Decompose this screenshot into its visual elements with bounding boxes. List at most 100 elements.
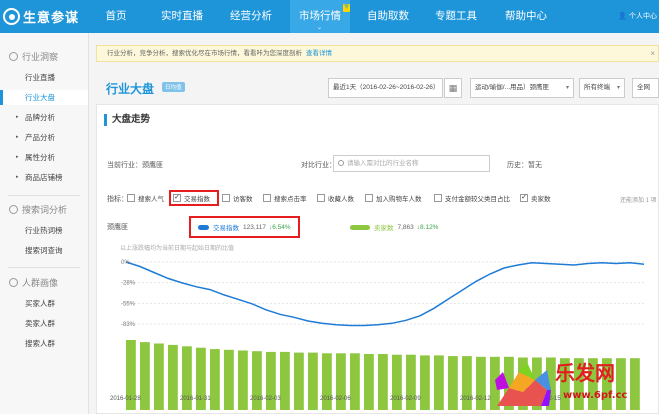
checkbox-favorites[interactable]: 收藏人数 [317, 193, 354, 203]
watermark-text: 乐发网 [555, 361, 615, 385]
compare-industry-input[interactable]: 请输入需对比的行业名称 [333, 155, 490, 172]
notice-link[interactable]: 查看详情 [306, 50, 332, 57]
sidebar-item-shop-rank[interactable]: ▸ 商品店铺榜 [0, 170, 88, 185]
sidebar-item-searchers[interactable]: 搜索人群 [0, 336, 88, 351]
chevron-down-icon: ▾ [616, 85, 620, 91]
caret-right-icon: ▸ [16, 174, 19, 180]
checkbox-search-ctr[interactable]: 搜索点击率 [263, 193, 307, 203]
category-value: 运动/瑜伽/...用品）颈鹰匪 [475, 84, 550, 91]
checkbox-visitors[interactable]: 访客数 [222, 193, 253, 203]
bar [476, 356, 486, 410]
check-icon: ✓ [520, 194, 528, 202]
nav-help[interactable]: 帮助中心 [502, 0, 550, 33]
checkbox-label: 卖家数 [531, 196, 551, 203]
notice-banner: 行业分析，竞争分析，搜索优化尽在市场行情，看看咔为您深度剖析 查看详情 × [96, 45, 659, 62]
x-tick-label: 2016-01-31 [180, 396, 211, 402]
x-tick-label: 2016-02-09 [390, 396, 421, 402]
bar [294, 352, 304, 410]
nav-market[interactable]: 市场行情 专 ⌄ [290, 0, 350, 33]
bar [238, 350, 248, 410]
metrics-label: 指标： [107, 196, 128, 203]
bar [350, 353, 360, 410]
checkbox-label: 加入购物车人数 [376, 196, 422, 203]
caret-right-icon: ▸ [16, 134, 19, 140]
app-logo[interactable]: 生意参谋 [3, 6, 79, 26]
sidebar-item-label: 属性分析 [25, 153, 55, 162]
checkbox-sellers[interactable]: ✓ 卖家数 [520, 193, 551, 203]
checkbox-add-cart[interactable]: 加入购物车人数 [365, 193, 422, 203]
bar [140, 342, 150, 410]
compare-industry-label: 对比行业： [301, 162, 336, 169]
top-nav-bar: 生意参谋 首页 实时直播 经营分析 市场行情 专 ⌄ 自助取数 专题工具 帮助中… [0, 0, 659, 33]
logo-icon [3, 7, 20, 25]
region-select[interactable]: 全网 [632, 78, 659, 98]
logo-text: 生意参谋 [23, 9, 80, 25]
sidebar-divider [8, 267, 80, 268]
nav-home[interactable]: 首页 [100, 0, 132, 33]
sidebar-item-brand[interactable]: ▸ 品牌分析 [0, 110, 88, 125]
history-label: 历史：暂无 [507, 162, 542, 169]
user-label: 个人中心 [629, 13, 657, 20]
sidebar-item-query[interactable]: 搜索词查询 [0, 243, 88, 258]
checkbox-box [127, 194, 135, 202]
sidebar-item-sellers[interactable]: 卖家人群 [0, 316, 88, 331]
sidebar-item-label: 产品分析 [25, 133, 55, 142]
current-industry-label: 当前行业：颈鹰匪 [107, 162, 163, 169]
caret-right-icon: ▸ [16, 114, 19, 120]
watermark-url: www.6pf.cc [563, 390, 628, 401]
sidebar-section-label: 行业洞察 [22, 52, 59, 62]
person-icon [9, 278, 18, 287]
sidebar-item-buyers[interactable]: 买家人群 [0, 296, 88, 311]
sidebar-item-market-overview[interactable]: 行业大盘 [0, 90, 88, 105]
checkbox-label: 搜索点击率 [274, 196, 307, 203]
nav-live[interactable]: 实时直播 [157, 0, 207, 33]
chevron-down-icon: ▾ [565, 85, 569, 91]
bar [378, 354, 388, 410]
sidebar-item-hotwords[interactable]: 行业热词榜 [0, 223, 88, 238]
industry-icon [9, 52, 18, 61]
y-tick-label: -55% [121, 301, 136, 307]
bar [420, 355, 430, 410]
bar [280, 351, 290, 410]
checkbox-label: 访客数 [233, 196, 253, 203]
sidebar-item-live[interactable]: 行业直播 [0, 70, 88, 85]
nav-business-analysis[interactable]: 经营分析 [226, 0, 276, 33]
calendar-icon[interactable]: ▦ [444, 78, 462, 98]
bar [168, 344, 178, 410]
checkbox-box [263, 194, 271, 202]
date-range-select[interactable]: 最近1天（2016-02-26~2016-02-26） [328, 78, 443, 98]
x-tick-label: 2016-02-12 [460, 396, 491, 402]
checkbox-box [222, 194, 230, 202]
sidebar-section-label: 搜索词分析 [22, 205, 68, 215]
page-title: 行业大盘 [106, 82, 155, 96]
checkbox-search-popularity[interactable]: 搜索人气 [127, 193, 164, 203]
date-range-value: 最近1天（2016-02-26~2016-02-26） [333, 84, 440, 91]
checkbox-pay-ratio[interactable]: 支付金额较父类目占比 [434, 193, 510, 203]
x-tick-label: 2016-02-03 [250, 396, 281, 402]
bar [434, 355, 444, 410]
nav-self-fetch[interactable]: 自助取数 [364, 0, 412, 33]
region-value: 全网 [637, 84, 650, 91]
user-menu[interactable]: 👤 个人中心 [618, 11, 657, 21]
legend-bar-swatch [350, 224, 370, 230]
close-icon[interactable]: × [650, 46, 655, 61]
terminal-select[interactable]: 所有终端 ▾ [579, 78, 625, 98]
sidebar-item-attribute[interactable]: ▸ 属性分析 [0, 150, 88, 165]
compare-placeholder: 请输入需对比的行业名称 [347, 160, 419, 167]
category-select[interactable]: 运动/瑜伽/...用品）颈鹰匪 ▾ [470, 78, 574, 98]
checkbox-label: 支付金额较父类目占比 [445, 196, 510, 203]
search-icon [338, 160, 344, 167]
sidebar-section-label: 人群画像 [22, 278, 59, 288]
y-tick-label: -28% [121, 281, 136, 287]
series-industry-name: 颈鹰匪 [107, 224, 128, 231]
sidebar-section-persona: 人群画像 [9, 276, 58, 289]
nav-tools[interactable]: 专题工具 [432, 0, 480, 33]
y-tick-label: 0% [121, 260, 130, 266]
sidebar-item-product[interactable]: ▸ 产品分析 [0, 130, 88, 145]
legend-label: 卖家数 [374, 225, 394, 232]
terminal-value: 所有终端 [584, 84, 610, 91]
legend-sellers[interactable]: 卖家数 7,863 ↓8.12% [350, 222, 438, 232]
sidebar: 行业洞察 行业直播 行业大盘 ▸ 品牌分析 ▸ 产品分析 ▸ 属性分析 ▸ 商品店铺榜 … [0, 33, 89, 414]
sidebar-section-industry: 行业洞察 [9, 50, 58, 63]
bar [308, 352, 318, 410]
